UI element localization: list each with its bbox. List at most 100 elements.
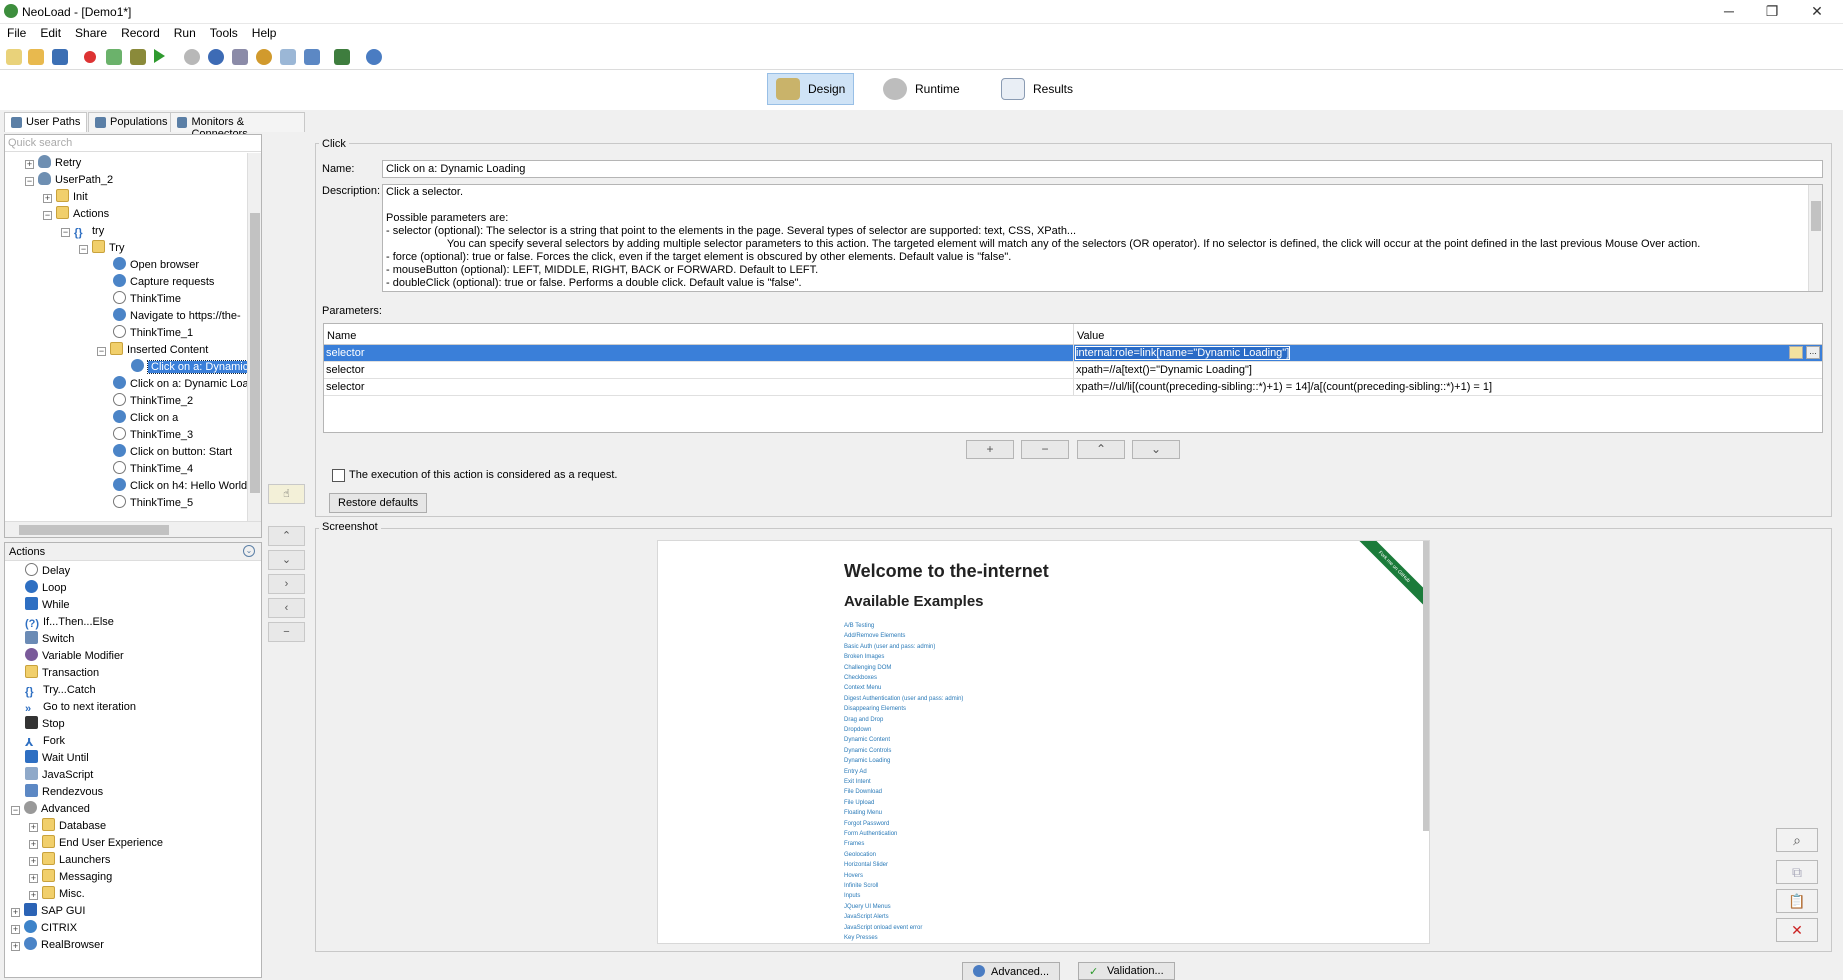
name-field[interactable]: Click on a: Dynamic Loading: [382, 160, 1823, 178]
delete-screenshot-button[interactable]: ✕: [1776, 918, 1818, 942]
neotys-icon[interactable]: [208, 49, 224, 65]
scroll-thumb[interactable]: [1811, 201, 1821, 231]
new-project-icon[interactable]: [6, 49, 22, 65]
action-if[interactable]: (?) If...Then...Else: [25, 614, 114, 630]
tree-item-open-browser[interactable]: Open browser: [113, 257, 199, 273]
compare-button[interactable]: ⧉: [1776, 860, 1818, 884]
menu-tools[interactable]: Tools: [203, 24, 245, 40]
collapse-icon[interactable]: −: [97, 347, 106, 356]
tree-horizontal-scrollbar[interactable]: [5, 521, 261, 537]
menu-share[interactable]: Share: [68, 24, 114, 40]
action-realbrowser[interactable]: + RealBrowser: [11, 937, 104, 953]
action-end-user-experience[interactable]: + End User Experience: [29, 835, 163, 851]
quick-search-input[interactable]: Quick search: [5, 135, 261, 152]
close-window-button[interactable]: ✕: [1802, 2, 1832, 22]
description-field[interactable]: Click a selector. Possible parameters ar…: [382, 184, 1823, 292]
tab-monitors[interactable]: Monitors & Connectors: [170, 112, 305, 140]
deploy-icon[interactable]: [334, 49, 350, 65]
open-project-icon[interactable]: [28, 49, 44, 65]
tree-item-click-a[interactable]: Click on a: [113, 410, 178, 426]
action-messaging[interactable]: + Messaging: [29, 869, 112, 885]
tree-item-thinktime-2[interactable]: ThinkTime_2: [113, 393, 193, 409]
table-row[interactable]: selector xpath=//a[text()="Dynamic Loadi…: [324, 362, 1822, 379]
remove-button[interactable]: −: [268, 622, 305, 642]
action-variable-modifier[interactable]: Variable Modifier: [25, 648, 124, 664]
tree-item-init[interactable]: + Init: [43, 189, 88, 205]
menu-record[interactable]: Record: [114, 24, 167, 40]
tree-item-try-folder[interactable]: − Try: [79, 240, 124, 256]
validation-button[interactable]: ✓ Validation...: [1078, 962, 1175, 980]
expand-icon[interactable]: +: [11, 942, 20, 951]
scroll-thumb[interactable]: [19, 525, 169, 535]
move-down-button[interactable]: ⌄: [268, 550, 305, 570]
action-switch[interactable]: Switch: [25, 631, 74, 647]
tree-item-thinktime-5[interactable]: ThinkTime_5: [113, 495, 193, 511]
server-icon[interactable]: [232, 49, 248, 65]
action-delay[interactable]: Delay: [25, 563, 70, 579]
description-scrollbar[interactable]: [1808, 185, 1822, 291]
tab-user-paths[interactable]: User Paths: [4, 112, 88, 132]
action-try-catch[interactable]: {} Try...Catch: [25, 682, 96, 698]
expand-icon[interactable]: +: [29, 857, 38, 866]
move-parameter-down-button[interactable]: ⌄: [1132, 440, 1180, 459]
tree-item-thinktime-3[interactable]: ThinkTime_3: [113, 427, 193, 443]
search-report-icon[interactable]: [280, 49, 296, 65]
action-fork[interactable]: ⅄ Fork: [25, 733, 65, 749]
expand-icon[interactable]: +: [29, 874, 38, 883]
action-sap-gui[interactable]: + SAP GUI: [11, 903, 85, 919]
expand-icon[interactable]: +: [29, 891, 38, 900]
restore-defaults-button[interactable]: Restore defaults: [329, 493, 428, 513]
param-value[interactable]: xpath=//a[text()="Dynamic Loading"]: [1074, 362, 1822, 378]
move-parameter-up-button[interactable]: ⌃: [1077, 440, 1125, 459]
action-while[interactable]: While: [25, 597, 70, 613]
tree-item-try-block[interactable]: −{} try: [61, 223, 104, 239]
request-checkbox[interactable]: [332, 469, 345, 482]
tree-item-actions[interactable]: − Actions: [43, 206, 109, 222]
param-value[interactable]: xpath=//ul/li[(count(preceding-sibling::…: [1074, 379, 1822, 395]
tree-item-retry[interactable]: + Retry: [25, 155, 81, 171]
action-transaction[interactable]: Transaction: [25, 665, 99, 681]
paste-screenshot-button[interactable]: 📋: [1776, 889, 1818, 913]
tree-vertical-scrollbar[interactable]: [247, 153, 261, 521]
tree-item-click-dynamic-selected[interactable]: Click on a: Dynamic l: [131, 359, 258, 375]
menu-edit[interactable]: Edit: [33, 24, 68, 40]
action-stop[interactable]: Stop: [25, 716, 65, 732]
expand-icon[interactable]: +: [43, 194, 52, 203]
record-icon[interactable]: [84, 51, 96, 63]
collapse-icon[interactable]: −: [79, 245, 88, 254]
expand-icon[interactable]: +: [25, 160, 34, 169]
results-mode-button[interactable]: Results: [993, 73, 1081, 105]
action-citrix[interactable]: + CITRIX: [11, 920, 77, 936]
run-icon[interactable]: [154, 49, 165, 63]
action-javascript[interactable]: JavaScript: [25, 767, 93, 783]
collapse-icon[interactable]: −: [61, 228, 70, 237]
param-value[interactable]: internal:role=link[name="Dynamic Loading…: [1074, 346, 1291, 360]
help-icon[interactable]: [366, 49, 382, 65]
tab-populations[interactable]: Populations: [88, 112, 175, 132]
expand-icon[interactable]: +: [11, 925, 20, 934]
menu-run[interactable]: Run: [167, 24, 203, 40]
advanced-button[interactable]: Advanced...: [962, 962, 1061, 980]
collapse-icon[interactable]: −: [25, 177, 34, 186]
collapse-icon[interactable]: −: [43, 211, 52, 220]
tree-item-thinktime-4[interactable]: ThinkTime_4: [113, 461, 193, 477]
runtime-mode-button[interactable]: Runtime: [875, 73, 968, 105]
move-up-button[interactable]: ⌃: [268, 526, 305, 546]
more-options-button[interactable]: ...: [1806, 346, 1820, 359]
tree-item-capture-requests[interactable]: Capture requests: [113, 274, 214, 290]
menu-file[interactable]: File: [0, 24, 33, 40]
save-icon[interactable]: [52, 49, 68, 65]
action-advanced[interactable]: − Advanced: [11, 801, 90, 817]
menu-help[interactable]: Help: [245, 24, 284, 40]
action-wait-until[interactable]: Wait Until: [25, 750, 89, 766]
action-launchers[interactable]: + Launchers: [29, 852, 110, 868]
scroll-thumb[interactable]: [250, 213, 260, 493]
debug-icon[interactable]: [130, 49, 146, 65]
wizard-icon[interactable]: [304, 49, 320, 65]
expand-icon[interactable]: +: [11, 908, 20, 917]
action-next-iteration[interactable]: » Go to next iteration: [25, 699, 136, 715]
action-database[interactable]: + Database: [29, 818, 106, 834]
action-misc[interactable]: + Misc.: [29, 886, 85, 902]
tree-item-thinktime-1[interactable]: ThinkTime_1: [113, 325, 193, 341]
tree-item-click-start[interactable]: Click on button: Start: [113, 444, 232, 460]
